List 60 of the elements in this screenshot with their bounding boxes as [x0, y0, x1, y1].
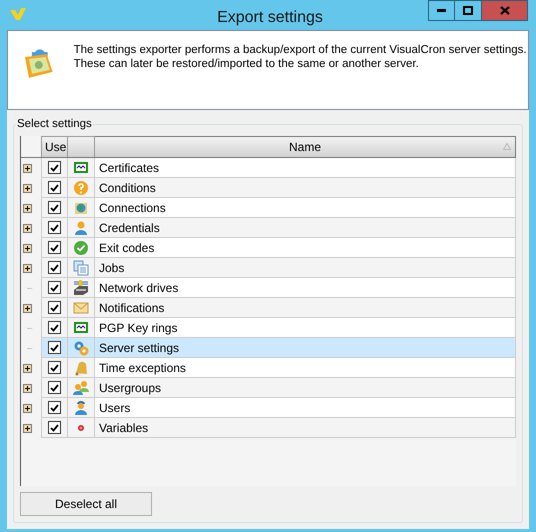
table-cell-text: Users [99, 400, 130, 416]
column-header[interactable]: Name [95, 136, 516, 157]
checkbox[interactable] [48, 321, 61, 334]
person-icon [73, 220, 89, 236]
table-cell-text: Server settings [99, 340, 180, 356]
checkbox[interactable] [48, 201, 61, 214]
table-cell-text: Connections [99, 200, 166, 216]
group-label: Select settings [16, 117, 93, 131]
expand-icon[interactable] [23, 264, 32, 272]
expand-icon[interactable] [23, 364, 32, 372]
column-header[interactable]: Use [41, 136, 68, 157]
checkbox[interactable] [48, 241, 61, 254]
deselect-all-button[interactable]: Deselect all [20, 492, 152, 516]
table-cell-text: Conditions [99, 180, 156, 196]
bell-icon [73, 360, 89, 376]
close-icon [500, 6, 510, 15]
people-icon [73, 380, 89, 396]
checkbox[interactable] [48, 421, 61, 434]
table-cell-text: Exit codes [99, 240, 154, 256]
checkbox[interactable] [48, 341, 61, 354]
table-cell-text: Variables [99, 420, 148, 436]
description-text: The settings exporter performs a backup/export of the current VisualCron server settings. These can later be restored/imported to the same or another server. [74, 43, 528, 71]
expand-icon[interactable] [23, 204, 32, 212]
checkbox[interactable] [48, 161, 61, 174]
expand-icon[interactable] [23, 244, 32, 252]
checkbox[interactable] [48, 281, 61, 294]
table-cell-text: Certificates [99, 160, 160, 176]
table-cell-text: PGP Key rings [99, 320, 178, 336]
checkbox[interactable] [48, 361, 61, 374]
expand-icon[interactable] [23, 164, 32, 172]
network-drive-icon [73, 280, 89, 296]
expand-icon[interactable] [23, 424, 32, 432]
envelope-icon [73, 300, 89, 316]
table-cell-text: Notifications [99, 300, 164, 316]
expand-icon[interactable] [23, 304, 32, 312]
checkbox[interactable] [48, 401, 61, 414]
folder-gear-icon [23, 48, 55, 80]
close-button[interactable] [482, 0, 528, 21]
table-cell-text: Network drives [99, 280, 178, 296]
expand-icon[interactable] [23, 184, 32, 192]
sort-icon [503, 143, 511, 150]
gears-icon [73, 340, 89, 356]
checkbox[interactable] [48, 381, 61, 394]
app-logo-icon [10, 8, 26, 20]
expand-icon[interactable] [23, 404, 32, 412]
minimize-button[interactable] [428, 0, 455, 21]
table-cell-text: Usergroups [99, 380, 162, 396]
expand-icon[interactable] [23, 384, 32, 392]
table-cell-text: Credentials [99, 220, 160, 236]
expand-icon[interactable] [23, 224, 32, 232]
checkbox[interactable] [48, 261, 61, 274]
person-icon [73, 400, 89, 416]
window-title: Export settings [216, 8, 324, 28]
checkbox[interactable] [48, 301, 61, 314]
minimize-icon [437, 9, 446, 12]
table-cell-text: Time exceptions [99, 360, 186, 376]
table-cell-text: Jobs [99, 260, 124, 276]
checkbox[interactable] [48, 181, 61, 194]
checkbox[interactable] [48, 221, 61, 234]
maximize-icon [463, 6, 473, 15]
